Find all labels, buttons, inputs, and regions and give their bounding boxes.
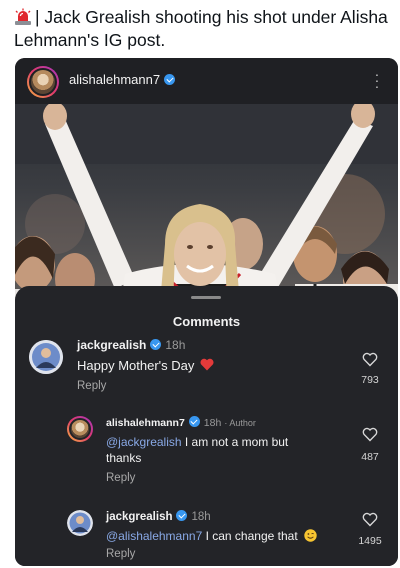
red-heart-icon <box>200 358 214 371</box>
comment-item: jackgrealish 18h @alishalehmann7 I can ch… <box>15 508 398 566</box>
post-username-text[interactable]: alishalehmann7 <box>69 72 160 87</box>
comment-body: I can change that <box>202 529 298 543</box>
like-count: 1495 <box>358 535 382 547</box>
more-vertical-icon[interactable]: · · · <box>374 67 380 93</box>
comment-username-text[interactable]: jackgrealish <box>77 338 146 352</box>
post-author-avatar[interactable] <box>27 66 59 98</box>
like-heart-icon[interactable] <box>362 352 378 367</box>
comment-username[interactable]: alishalehmann7 18h · Author <box>106 416 256 429</box>
mention-link[interactable]: @alishalehmann7 <box>106 529 202 543</box>
commenter-avatar[interactable] <box>67 510 93 536</box>
drag-handle[interactable] <box>191 296 221 299</box>
comment-item: jackgrealish 18h Happy Mother's Day Reply… <box>15 336 398 406</box>
post-username[interactable]: alishalehmann7 <box>69 72 176 87</box>
comment-username[interactable]: jackgrealish 18h <box>77 338 185 352</box>
comment-time: 18h <box>191 511 211 523</box>
police-siren-icon <box>15 8 31 25</box>
verified-badge-icon <box>188 416 200 427</box>
comment-text: @jackgrealish I am not a mom but thanks <box>106 434 326 466</box>
tweet-text: | Jack Grealish shooting his shot under … <box>14 6 390 52</box>
reply-button[interactable]: Reply <box>106 548 135 560</box>
like-heart-icon[interactable] <box>362 512 378 527</box>
mention-link[interactable]: @jackgrealish <box>106 435 182 449</box>
grinning-face-icon <box>304 529 317 542</box>
like-heart-icon[interactable] <box>362 427 378 442</box>
comment-text: Happy Mother's Day <box>77 357 214 374</box>
comment-item: alishalehmann7 18h · Author @jackgrealish … <box>15 414 398 494</box>
comment-time: 18h <box>165 338 186 352</box>
reply-button[interactable]: Reply <box>106 472 135 484</box>
instagram-screenshot: alishalehmann7 · · · Comments jackgreali… <box>15 58 398 566</box>
comments-title: Comments <box>172 314 241 329</box>
verified-badge-icon <box>164 74 176 85</box>
comment-time: 18h <box>203 417 222 429</box>
comment-username[interactable]: jackgrealish 18h <box>106 510 211 523</box>
verified-badge-icon <box>150 339 162 350</box>
author-tag: · Author <box>224 418 256 428</box>
comment-text: @alishalehmann7 I can change that <box>106 528 317 545</box>
commenter-avatar[interactable] <box>67 416 93 442</box>
tweet-body: | Jack Grealish shooting his shot under … <box>14 7 388 50</box>
like-count: 487 <box>361 451 379 463</box>
post-header: alishalehmann7 · · · <box>15 58 398 104</box>
comments-sheet: Comments jackgrealish 18h Happy Mother's … <box>15 286 398 566</box>
reply-button[interactable]: Reply <box>77 380 106 392</box>
like-count: 793 <box>361 374 379 386</box>
comment-body: Happy Mother's Day <box>77 358 195 373</box>
comment-username-text[interactable]: alishalehmann7 <box>106 417 185 429</box>
verified-badge-icon <box>176 510 188 521</box>
comment-username-text[interactable]: jackgrealish <box>106 511 172 523</box>
commenter-avatar[interactable] <box>29 340 63 374</box>
